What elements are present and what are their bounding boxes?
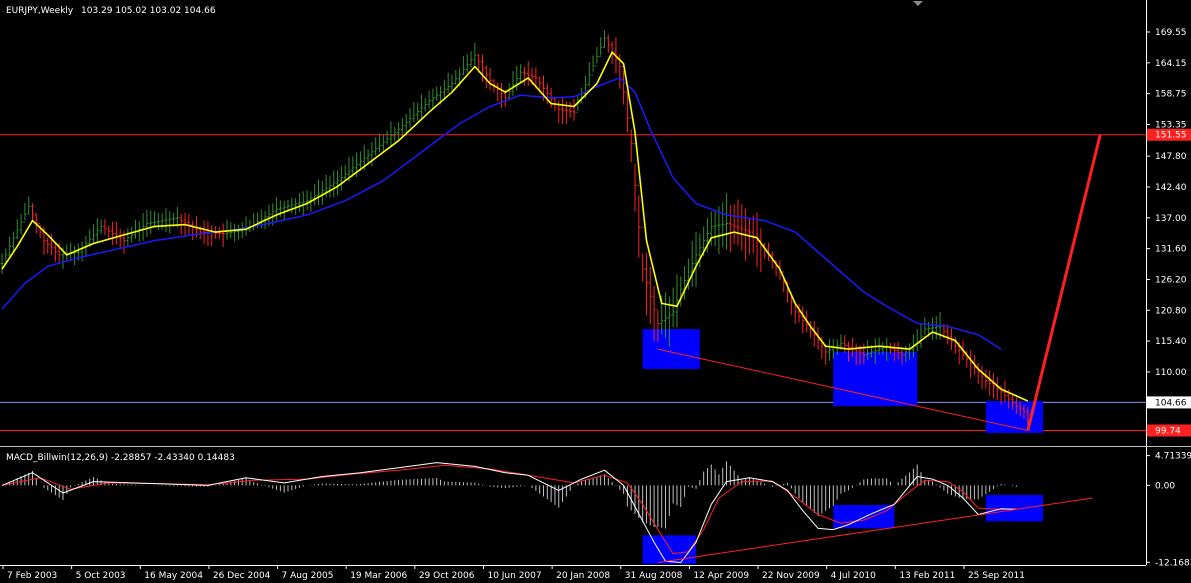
ohlc-readout: 103.29 105.02 103.02 104.66 <box>81 6 216 16</box>
price-tick-label: 110.00 <box>1155 368 1187 378</box>
chart-canvas[interactable]: 169.55164.15158.75153.35147.80142.40137.… <box>0 0 1191 583</box>
macd-label: MACD_Billwin(12,26,9) -2.28857 -2.43340 … <box>6 453 235 463</box>
price-tick-label: 169.55 <box>1155 28 1187 38</box>
time-tick-label: 13 Feb 2011 <box>899 571 955 581</box>
macd-tick-label: 0.00 <box>1155 481 1175 491</box>
time-tick-label: 7 Feb 2003 <box>7 571 57 581</box>
price-highlight-box[interactable] <box>642 329 700 370</box>
time-tick-label: 4 Jul 2010 <box>831 571 876 581</box>
time-tick-label: 31 Aug 2008 <box>625 571 683 581</box>
time-axis: 7 Feb 2003 5 Oct 2003 16 May 2004 26 Dec 20… <box>2 565 1025 581</box>
price-tick-label: 147.80 <box>1155 152 1187 162</box>
price-axis: 169.55164.15158.75153.35147.80142.40137.… <box>1146 28 1191 568</box>
slow-ema-layer <box>1 77 1002 350</box>
time-tick-label: 22 Nov 2009 <box>762 571 820 581</box>
macd-tick-label: 4.71339 <box>1155 452 1191 462</box>
price-tick-label: 158.75 <box>1155 90 1187 100</box>
time-tick-label: 29 Oct 2006 <box>419 571 475 581</box>
price-tick-label: 120.80 <box>1155 306 1187 316</box>
price-tick-label: 137.00 <box>1155 214 1187 224</box>
price-tick-label: 131.60 <box>1155 245 1187 255</box>
macd-highlight-box[interactable] <box>985 494 1044 522</box>
time-tick-label: 10 Jun 2007 <box>487 571 541 581</box>
slow-ema-line <box>1 77 1002 350</box>
time-tick-label: 25 Sep 2011 <box>968 571 1025 581</box>
fast-ema-layer <box>1 51 1029 402</box>
time-tick-label: 7 Aug 2005 <box>282 571 334 581</box>
time-tick-label: 5 Oct 2003 <box>76 571 126 581</box>
price-tick-label: 115.40 <box>1155 337 1187 347</box>
scroll-marker-icon[interactable] <box>913 1 923 6</box>
time-tick-label: 20 Jan 2008 <box>556 571 610 581</box>
symbol-label: EURJPY,Weekly <box>6 6 74 16</box>
time-tick-label: 16 May 2004 <box>144 571 203 581</box>
level-label: 99.74 <box>1155 427 1181 437</box>
price-tick-label: 164.15 <box>1155 59 1187 69</box>
time-tick-label: 12 Apr 2009 <box>693 571 749 581</box>
chart-window[interactable]: 169.55 164.15 158.75 153.35 147.80 142.40 137.… <box>0 0 1191 583</box>
horizontal-levels <box>0 134 1146 431</box>
fast-ema-line <box>1 51 1029 402</box>
time-tick-label: 19 Mar 2006 <box>350 571 407 581</box>
projection-arrow-line <box>1026 134 1102 431</box>
macd-highlight-box[interactable] <box>642 535 697 564</box>
time-tick-label: 26 Dec 2004 <box>213 571 271 581</box>
price-tick-label: 126.20 <box>1155 275 1187 285</box>
macd-tick-label: -12.1683 <box>1155 558 1191 568</box>
macd-layer <box>1 461 1093 563</box>
current-price-label: 104.66 <box>1155 398 1187 408</box>
price-tick-label: 142.40 <box>1155 183 1187 193</box>
level-label: 151.55 <box>1155 131 1187 141</box>
